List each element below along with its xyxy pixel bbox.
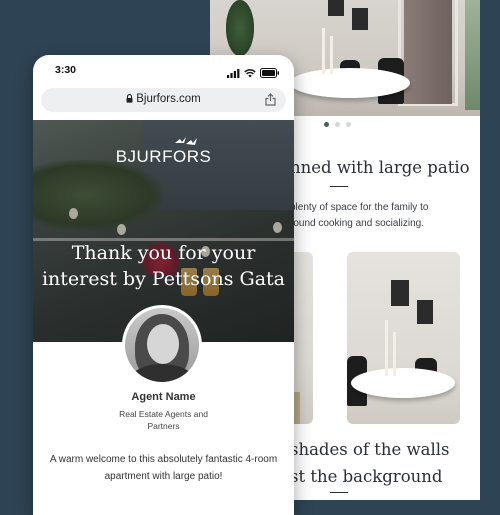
signal-icon — [227, 65, 240, 83]
wall-art — [391, 280, 409, 306]
candle — [385, 320, 388, 376]
door — [404, 0, 452, 104]
welcome-line: A warm welcome to this absolutely fantas… — [49, 454, 278, 465]
agent-photo — [125, 308, 199, 382]
avatar-face — [147, 324, 179, 364]
welcome-line: apartment with large patio! — [104, 471, 223, 482]
url-display[interactable]: Bjurfors.com — [41, 93, 286, 106]
heading-line: st the background — [290, 467, 443, 486]
carousel-dot[interactable] — [324, 122, 329, 127]
section-heading: nned with large patio — [290, 158, 470, 177]
lock-icon — [126, 94, 133, 106]
welcome-message: A warm welcome to this absolutely fantas… — [45, 451, 282, 485]
agent-role-line: Real Estate Agents and — [119, 409, 208, 419]
battery-icon — [260, 65, 280, 83]
cactus-plant — [226, 0, 254, 56]
wall-art — [352, 8, 368, 30]
status-time: 3:30 — [55, 64, 77, 76]
heading-line: shades of the walls — [290, 440, 450, 459]
wall-art — [328, 0, 344, 16]
wall-art — [417, 300, 433, 324]
hero-title-line: interest by Pettsons Gata — [41, 268, 285, 290]
status-icons — [227, 65, 280, 83]
share-icon[interactable] — [265, 93, 276, 111]
carousel-dot[interactable] — [346, 122, 351, 127]
hero-title: Thank you for your interest by Pettsons … — [33, 240, 294, 292]
gallery-tile-dining[interactable] — [347, 252, 460, 424]
candle — [393, 332, 396, 376]
agent-role: Real Estate Agents and Partners — [103, 408, 224, 432]
candle — [322, 28, 325, 74]
address-bar[interactable]: Bjurfors.com — [41, 88, 286, 112]
front-phone-screen: 3:30 Bjurfors.com BJURFORS Thank you for… — [33, 55, 294, 515]
carousel-dot[interactable] — [335, 122, 340, 127]
candle — [330, 36, 333, 74]
carousel-dots — [324, 122, 351, 127]
heading-divider — [330, 186, 348, 187]
wifi-icon — [244, 65, 256, 83]
url-text: Bjurfors.com — [136, 93, 201, 105]
window — [465, 0, 480, 110]
body-line: round cooking and socializing. — [290, 218, 424, 229]
section-heading: shades of the walls st the background — [290, 436, 480, 490]
agent-name: Agent Name — [131, 391, 196, 403]
round-table — [290, 68, 410, 98]
round-table — [351, 368, 455, 398]
body-line: plenty of space for the family to — [290, 202, 429, 213]
heading-divider — [330, 492, 348, 493]
agent-role-line: Partners — [147, 421, 180, 431]
section-body: plenty of space for the family to round … — [290, 200, 480, 232]
birds-icon — [173, 134, 199, 152]
agent-avatar — [122, 305, 202, 385]
hero-title-line: Thank you for your — [71, 242, 256, 264]
brand-logo[interactable]: BJURFORS — [33, 147, 294, 167]
status-bar: 3:30 — [33, 55, 294, 85]
